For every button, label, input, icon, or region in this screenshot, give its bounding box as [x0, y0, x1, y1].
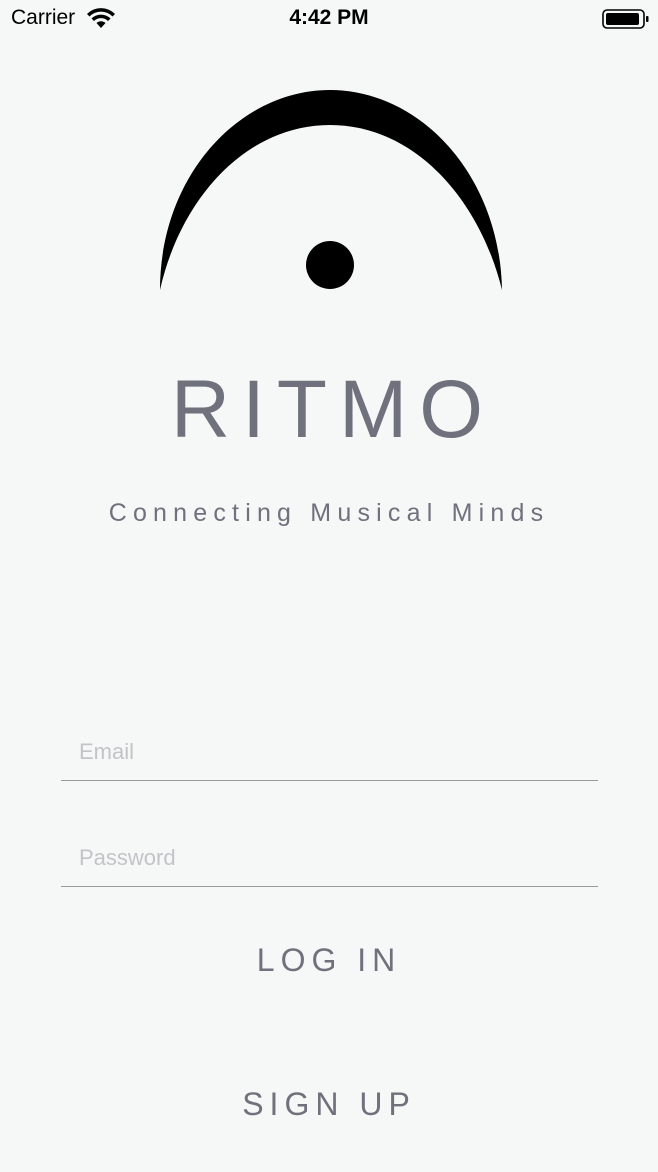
fermata-icon	[160, 90, 502, 290]
email-field[interactable]	[79, 734, 579, 770]
app-title: RITMO	[170, 364, 496, 455]
battery-icon	[602, 9, 649, 29]
email-field-container	[61, 724, 598, 781]
login-button[interactable]: LOG IN	[0, 940, 658, 980]
password-field[interactable]	[79, 840, 579, 876]
signup-button[interactable]: SIGN UP	[0, 1084, 658, 1124]
status-time: 4:42 PM	[289, 6, 369, 29]
app-tagline: Connecting Musical Minds	[108, 499, 550, 527]
password-field-container	[61, 830, 598, 887]
status-bar: Carrier 4:42 PM	[0, 0, 658, 40]
